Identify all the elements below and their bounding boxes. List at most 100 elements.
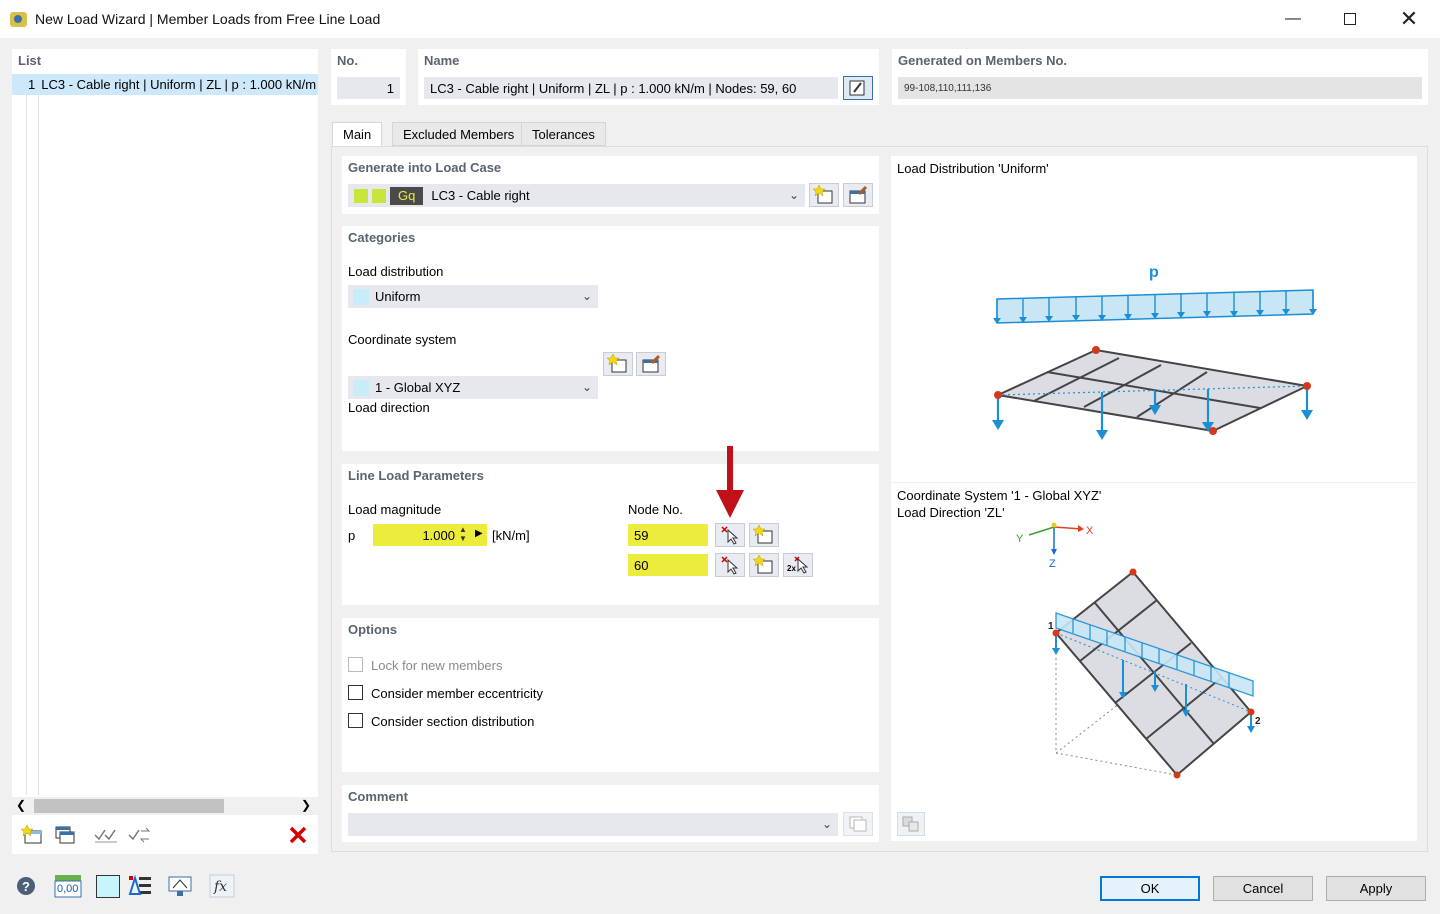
- new-item-button[interactable]: [18, 822, 46, 848]
- coordinate-system-value: 1 - Global XYZ: [375, 380, 461, 395]
- tab-main[interactable]: Main: [332, 122, 383, 146]
- load-distribution-select[interactable]: Uniform ⌄: [348, 285, 598, 308]
- close-button[interactable]: ✕: [1380, 0, 1438, 38]
- load-case-title: Generate into Load Case: [348, 160, 502, 175]
- new-coordinate-system-button[interactable]: [603, 352, 633, 376]
- load-symbol-label: p: [1149, 264, 1159, 281]
- load-case-select[interactable]: Gq LC3 - Cable right ⌄: [348, 184, 805, 207]
- member-eccentricity-label: Consider member eccentricity: [371, 686, 543, 701]
- help-button[interactable]: ?: [12, 873, 40, 899]
- ok-button[interactable]: OK: [1100, 876, 1200, 901]
- display-properties-icon: [128, 874, 151, 895]
- comment-library-icon: [849, 816, 867, 832]
- load-case-swatch: [372, 188, 386, 203]
- minimize-button[interactable]: —: [1264, 0, 1322, 38]
- name-field[interactable]: LC3 - Cable right | Uniform | ZL | p : 1…: [424, 77, 838, 99]
- edit-load-case-icon: [849, 185, 868, 204]
- formula-icon: fx: [209, 874, 235, 898]
- cancel-button[interactable]: Cancel: [1213, 876, 1313, 901]
- member-eccentricity-checkbox[interactable]: [348, 685, 363, 700]
- delete-button[interactable]: [284, 822, 312, 848]
- units-button[interactable]: 0,00: [53, 873, 83, 899]
- load-magnitude-input[interactable]: 1.000: [373, 524, 487, 546]
- magnitude-spinner[interactable]: ▲ ▼: [459, 525, 467, 543]
- copy-item-icon: [55, 826, 75, 844]
- edit-coordinate-system-button[interactable]: [636, 352, 666, 376]
- section-distribution-checkbox[interactable]: [348, 713, 363, 728]
- display-properties-button[interactable]: [126, 873, 154, 899]
- new-node1-button[interactable]: [749, 523, 779, 547]
- window-title: New Load Wizard | Member Loads from Free…: [35, 11, 381, 27]
- check-all-icon: [94, 829, 117, 843]
- options-title: Options: [348, 622, 398, 637]
- scroll-right-icon[interactable]: ❯: [301, 798, 311, 812]
- check-all-button[interactable]: [92, 822, 120, 848]
- load-distribution-preview: Load Distribution 'Uniform' p: [891, 156, 1417, 482]
- new-node2-button[interactable]: [749, 553, 779, 577]
- scrollbar-thumb[interactable]: [34, 799, 224, 813]
- invert-check-icon: [128, 827, 151, 843]
- view-button[interactable]: [166, 873, 194, 899]
- load-distribution-label: Load distribution: [348, 264, 444, 279]
- formula-button[interactable]: fx: [208, 873, 236, 899]
- edit-load-case-button[interactable]: [843, 183, 873, 207]
- svg-text:fx: fx: [213, 879, 227, 895]
- scroll-left-icon[interactable]: ❮: [16, 798, 26, 812]
- pick-two-nodes-button[interactable]: 2x: [783, 553, 813, 577]
- node2-marker: 2: [1255, 716, 1261, 727]
- load-case-swatch: [354, 188, 368, 203]
- no-field[interactable]: 1: [337, 77, 400, 99]
- coordinate-system-label: Coordinate system: [348, 332, 457, 347]
- load-magnitude-label: Load magnitude: [348, 502, 442, 517]
- tab-excluded-members[interactable]: Excluded Members: [392, 122, 526, 146]
- coordinate-system-preview: Coordinate System '1 - Global XYZ' Load …: [891, 483, 1417, 841]
- lock-new-members-label: Lock for new members: [371, 658, 503, 673]
- pick-node1-button[interactable]: [715, 523, 745, 547]
- list-item[interactable]: 1 LC3 - Cable right | Uniform | ZL | p :…: [12, 74, 318, 95]
- coordinate-system-select[interactable]: 1 - Global XYZ ⌄: [348, 376, 598, 399]
- edit-name-button[interactable]: [843, 76, 873, 100]
- units-value: 0,00: [57, 883, 79, 895]
- load-symbol: p: [348, 528, 356, 543]
- line-load-panel: Line Load Parameters Load magnitude p 1.…: [342, 464, 879, 605]
- load-case-value: LC3 - Cable right: [431, 188, 530, 203]
- categories-title: Categories: [348, 230, 416, 245]
- color-button[interactable]: [96, 875, 120, 898]
- name-label: Name: [424, 53, 460, 68]
- list-header: List: [18, 53, 42, 68]
- lock-new-members-checkbox[interactable]: [348, 657, 363, 672]
- section-distribution-label: Consider section distribution: [371, 714, 535, 729]
- chevron-down-icon: ⌄: [788, 188, 799, 202]
- tree-line: [26, 95, 27, 795]
- categories-panel: Categories Load distribution Uniform ⌄ C…: [342, 226, 879, 490]
- title-bar: New Load Wizard | Member Loads from Free…: [0, 0, 1440, 38]
- node2-input[interactable]: 60: [628, 554, 708, 576]
- pick-node2-button[interactable]: [715, 553, 745, 577]
- comment-library-button[interactable]: [843, 812, 873, 836]
- horizontal-scrollbar[interactable]: ❮ ❯: [12, 797, 318, 815]
- chevron-down-icon: ⌄: [581, 289, 592, 303]
- invert-check-button[interactable]: [125, 822, 153, 848]
- preview-settings-button[interactable]: [897, 812, 925, 836]
- svg-text:?: ?: [22, 879, 30, 894]
- generated-label: Generated on Members No.: [898, 53, 1068, 68]
- comment-select[interactable]: ⌄: [348, 813, 838, 836]
- new-load-case-button[interactable]: [809, 183, 839, 207]
- name-panel: Name LC3 - Cable right | Uniform | ZL | …: [418, 49, 879, 105]
- axis-x-label: X: [1086, 525, 1094, 537]
- preview-settings-icon: [902, 816, 919, 832]
- axis-z-label: Z: [1049, 558, 1056, 570]
- new-load-case-icon: [813, 185, 833, 204]
- view-icon: [168, 876, 192, 896]
- apply-button[interactable]: Apply: [1326, 876, 1426, 901]
- new-item-icon: [21, 825, 42, 844]
- load-distribution-swatch: [353, 288, 369, 305]
- magnitude-menu-icon[interactable]: ▶: [475, 528, 483, 539]
- maximize-icon: [1344, 13, 1356, 25]
- tab-tolerances[interactable]: Tolerances: [521, 122, 606, 146]
- node1-input[interactable]: 59: [628, 524, 708, 546]
- pick-node-icon: [721, 526, 739, 545]
- coordinate-system-diagram: X Y Z 1 2: [1016, 522, 1261, 779]
- copy-item-button[interactable]: [51, 822, 79, 848]
- maximize-button[interactable]: [1321, 0, 1379, 38]
